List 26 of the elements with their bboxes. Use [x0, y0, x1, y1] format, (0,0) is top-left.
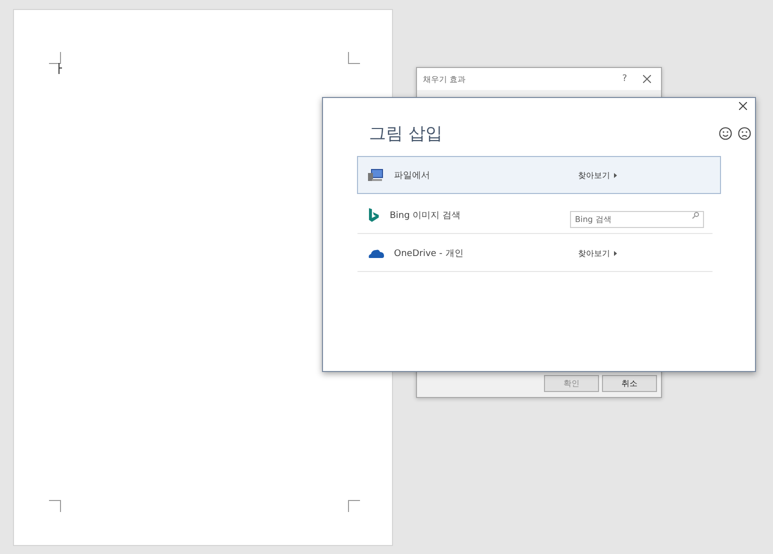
crop-mark-icon	[49, 52, 61, 64]
help-button[interactable]: ?	[622, 74, 627, 84]
crop-mark-icon	[348, 500, 360, 512]
dialog-title: 채우기 효과	[423, 74, 467, 84]
search-icon[interactable]	[692, 212, 699, 218]
crop-mark-icon	[348, 52, 360, 64]
browse-link[interactable]: 찾아보기	[578, 170, 617, 180]
crop-mark-icon	[49, 500, 61, 512]
browse-link[interactable]: 찾아보기	[578, 248, 617, 258]
text-cursor-icon	[58, 63, 63, 74]
source-label: Bing 이미지 검색	[390, 210, 462, 222]
computer-icon	[368, 168, 384, 182]
source-label: OneDrive - 개인	[394, 248, 464, 260]
source-label: 파일에서	[394, 170, 431, 182]
close-icon[interactable]	[739, 102, 747, 110]
close-icon[interactable]	[643, 75, 651, 83]
b-logo-icon	[368, 208, 380, 222]
cloud-icon	[368, 248, 384, 258]
dialog-title: 그림 삽입	[369, 122, 444, 144]
search-field[interactable]: Bing 검색	[570, 210, 704, 228]
caret-icon	[614, 250, 617, 256]
frown-icon[interactable]	[738, 126, 751, 140]
source-row[interactable]: 파일에서 찾아보기	[357, 156, 721, 194]
smile-icon[interactable]	[719, 126, 732, 140]
caret-icon	[614, 172, 617, 178]
dialog-button[interactable]: 취소	[602, 375, 657, 392]
